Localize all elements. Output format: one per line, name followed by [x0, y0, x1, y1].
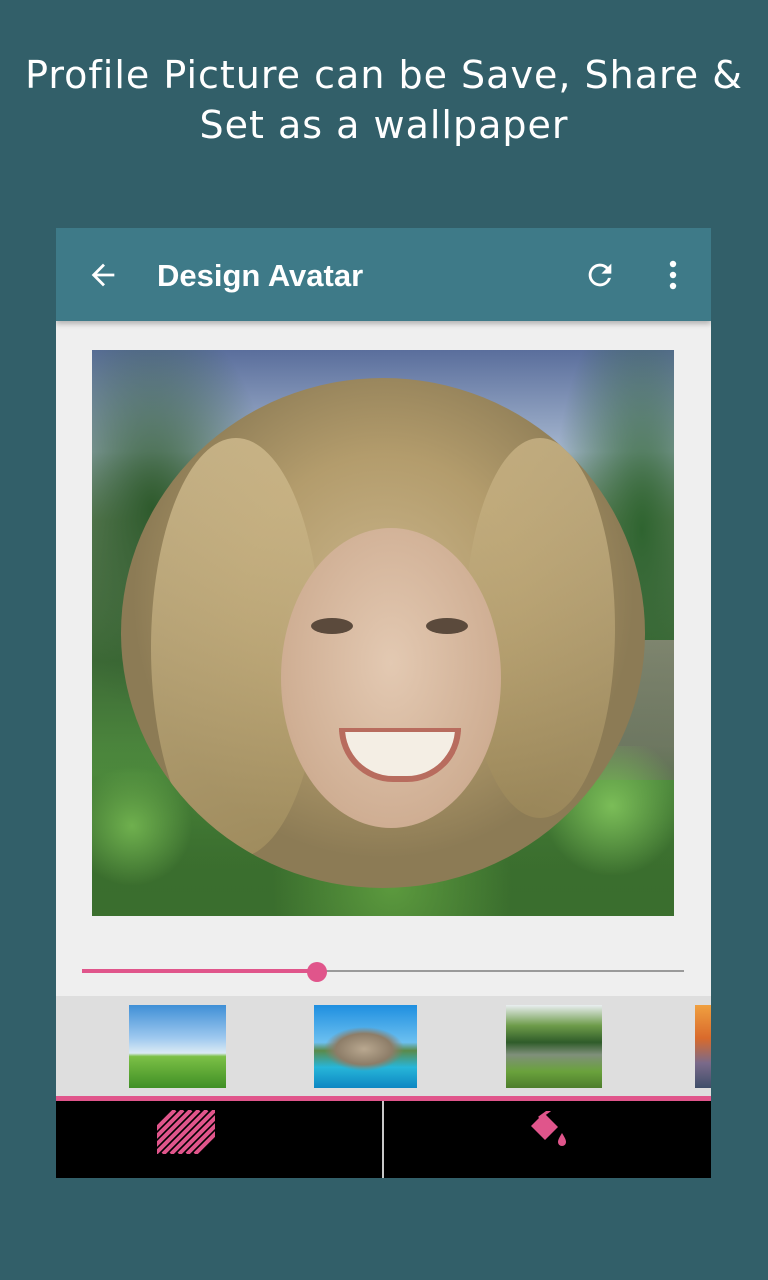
avatar-face — [281, 528, 501, 828]
app-toolbar: Design Avatar — [56, 228, 711, 321]
app-screen: Design Avatar — [56, 228, 711, 1178]
page-title: Design Avatar — [157, 258, 364, 293]
avatar-eye-right — [426, 618, 468, 634]
background-thumb-green-field[interactable] — [129, 1005, 226, 1088]
arrow-left-icon[interactable] — [86, 258, 120, 292]
pattern-tab-button[interactable] — [56, 1101, 382, 1178]
refresh-icon[interactable] — [583, 258, 617, 292]
opacity-slider-fill — [82, 969, 317, 973]
opacity-slider-thumb[interactable] — [306, 962, 327, 982]
color-fill-tab-button[interactable] — [384, 1101, 711, 1178]
promo-line-1: Profile Picture can be Save, Share & — [25, 53, 743, 97]
promo-line-2: Set as a wallpaper — [199, 103, 569, 147]
background-thumb-sunset[interactable] — [695, 1005, 711, 1088]
background-thumb-rocks-beach[interactable] — [314, 1005, 417, 1088]
avatar-eye-left — [311, 618, 353, 634]
background-thumbnail-strip[interactable] — [56, 996, 711, 1096]
pattern-icon — [157, 1110, 215, 1154]
more-vert-icon[interactable] — [661, 258, 685, 292]
avatar-photo[interactable] — [121, 378, 645, 888]
promo-caption: Profile Picture can be Save, Share & Set… — [0, 50, 768, 150]
bottom-action-bar — [56, 1101, 711, 1178]
paint-bucket-icon — [531, 1111, 566, 1146]
avatar-canvas[interactable] — [92, 350, 674, 916]
background-thumb-forest-lake[interactable] — [506, 1005, 602, 1088]
